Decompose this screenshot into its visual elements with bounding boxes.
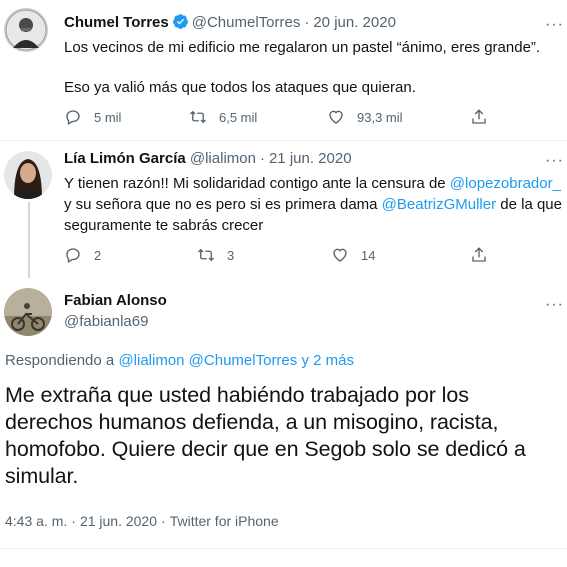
tweet-header: Lía Limón García @lialimon · 21 jun. 2020 [64, 149, 352, 169]
tweet-text-part-b: y su señora que no es pero si es primera… [64, 196, 382, 213]
tweet-text: Y tienen razón!! Mi solidaridad contigo … [64, 173, 564, 236]
avatar-fabian[interactable] [4, 288, 52, 336]
reply-button[interactable]: 5 mil [64, 108, 121, 126]
retweet-button[interactable]: 6,5 mil [189, 108, 257, 126]
replying-to-mentions[interactable]: @lialimon @ChumelTorres y 2 más [118, 352, 354, 369]
separator-dot: · [161, 513, 166, 529]
avatar-fabian-image [4, 288, 52, 336]
retweet-count: 6,5 mil [219, 109, 258, 125]
tweet-lia[interactable]: Lía Limón García @lialimon · 21 jun. 2020 … [0, 141, 567, 273]
main-tweet-text: Me extraña que usted habiéndo trabajado … [5, 383, 526, 488]
share-icon [472, 247, 486, 262]
tweet-actions: 5 mil 6,5 mil 93,3 mil [64, 108, 504, 130]
like-button[interactable]: 14 [331, 246, 375, 264]
display-name[interactable]: Chumel Torres [64, 14, 169, 31]
like-button[interactable]: 93,3 mil [327, 108, 403, 126]
tweet-text-part-c: de la que [496, 196, 562, 213]
replying-to: Respondiendo a @lialimon @ChumelTorres y… [5, 352, 354, 369]
author-handle[interactable]: @fabianla69 [64, 312, 148, 332]
tweet-chumel[interactable]: Chumel Torres @ChumelTorres · 20 jun. 2020 … [0, 0, 567, 140]
like-count: 14 [361, 247, 376, 263]
tweet-text-part-a: Y tienen razón!! Mi solidaridad contigo … [64, 175, 450, 192]
share-icon [472, 109, 486, 124]
handle[interactable]: @lialimon [190, 150, 256, 167]
display-name[interactable]: Lía Limón García [64, 150, 186, 167]
more-options-icon[interactable]: ··· [545, 153, 564, 169]
more-options-icon[interactable]: ··· [545, 17, 564, 33]
tweet-client[interactable]: Twitter for iPhone [170, 513, 279, 529]
heart-icon [329, 110, 343, 124]
tweet-header: Chumel Torres @ChumelTorres · 20 jun. 2020 [64, 13, 396, 36]
heart-icon [333, 248, 347, 262]
tweet-meta: 4:43 a. m. · 21 jun. 2020 · Twitter for iPho… [5, 513, 279, 529]
author-name[interactable]: Fabian Alonso [64, 291, 167, 311]
separator-dot: · [259, 150, 265, 167]
reply-count: 2 [94, 247, 102, 263]
reply-icon [66, 110, 80, 125]
like-count: 93,3 mil [357, 109, 403, 125]
retweet-icon [190, 110, 206, 124]
thread-connector [28, 202, 30, 278]
share-button[interactable] [470, 108, 488, 126]
tweet-date[interactable]: 21 jun. 2020 [269, 150, 352, 167]
avatar-chumel[interactable] [4, 8, 48, 52]
tweet-text: Los vecinos de mi edificio me regalaron … [64, 37, 559, 98]
reply-icon [66, 248, 80, 263]
avatar-chumel-image [4, 8, 48, 52]
tweet-time[interactable]: 4:43 a. m. [5, 513, 67, 529]
tweet-text-line-2: Eso ya valió más que todos los ataques q… [64, 79, 416, 96]
replying-to-prefix: Respondiendo a [5, 352, 119, 369]
tweet-date[interactable]: 20 jun. 2020 [313, 14, 396, 31]
divider [0, 548, 567, 549]
share-button[interactable] [470, 246, 488, 264]
tweet-actions: 2 3 14 [64, 246, 504, 268]
mention-link[interactable]: @lopezobrador_ [450, 175, 561, 192]
retweet-count: 3 [227, 247, 235, 263]
verified-badge-icon [172, 13, 189, 36]
retweet-button[interactable]: 3 [197, 246, 234, 264]
tweet-text-part-d: seguramente te sabrás crecer [64, 217, 264, 234]
avatar-lia-image [4, 151, 52, 199]
separator-dot: · [71, 513, 76, 529]
mention-link[interactable]: @BeatrizGMuller [382, 196, 496, 213]
retweet-icon [198, 248, 214, 262]
reply-count: 5 mil [94, 109, 122, 125]
handle[interactable]: @ChumelTorres [192, 14, 301, 31]
tweet-text-line-1: Los vecinos de mi edificio me regalaron … [64, 39, 541, 56]
more-options-icon[interactable]: ··· [545, 297, 564, 313]
reply-button[interactable]: 2 [64, 246, 101, 264]
tweet-full-date[interactable]: 21 jun. 2020 [80, 513, 157, 529]
separator-dot: · [304, 14, 310, 31]
avatar-lia[interactable] [4, 151, 52, 199]
